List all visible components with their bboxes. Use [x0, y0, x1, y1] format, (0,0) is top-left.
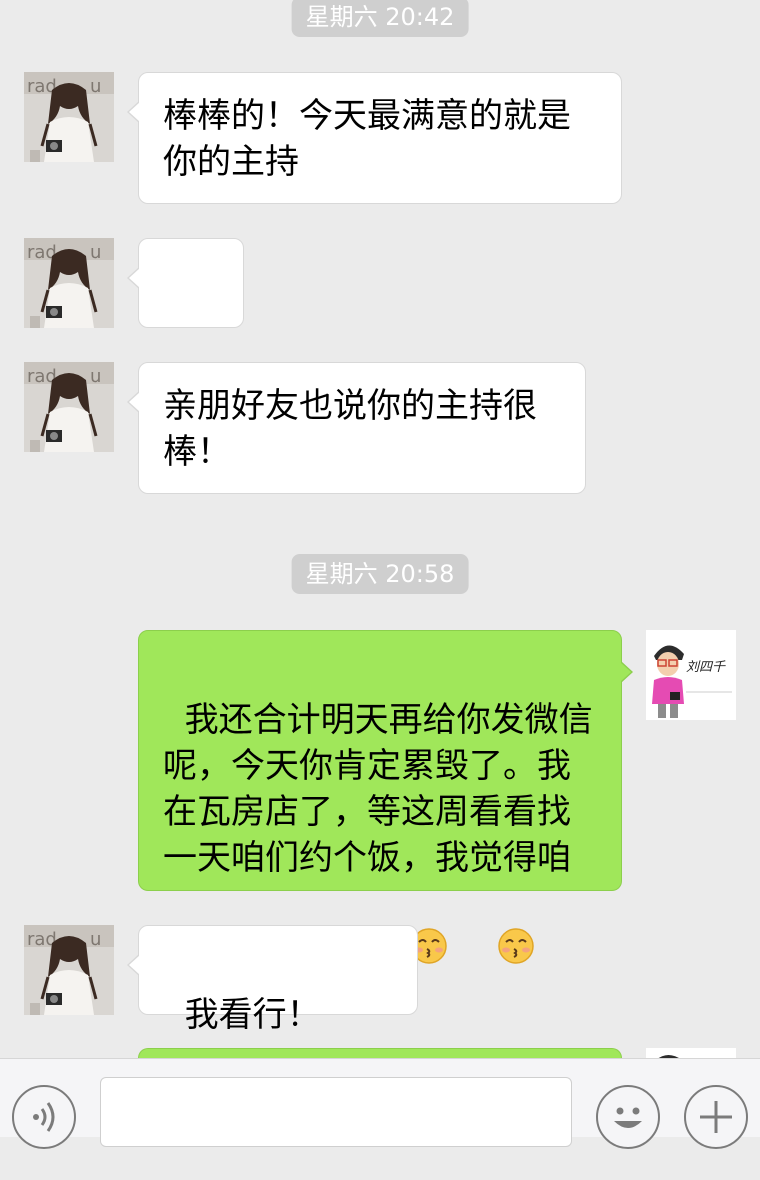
friend-avatar[interactable]	[24, 925, 114, 1015]
my-avatar[interactable]: 刘四千	[646, 630, 736, 720]
input-bar	[0, 1058, 760, 1149]
emoji-icon	[598, 1087, 658, 1151]
timestamp: 星期六 20:58	[291, 554, 469, 594]
my-avatar-caption: 刘四千	[686, 660, 726, 675]
timestamp: 星期六 20:42	[291, 0, 469, 37]
kissing-face-icon	[454, 881, 535, 1023]
message-bubble[interactable]: 棒棒的！今天最满意的就是你的主持	[127, 72, 622, 204]
friend-avatar[interactable]	[24, 238, 114, 328]
plus-icon	[686, 1087, 746, 1151]
message-bubble[interactable]: 我还合计明天再给你发微信呢，今天你肯定累毁了。我在瓦房店了，等这周看看找一天咱们…	[138, 630, 633, 971]
emoji-button[interactable]	[596, 1085, 660, 1149]
message-text: 我看行！	[184, 995, 321, 1035]
friend-avatar[interactable]	[24, 362, 114, 452]
friend-avatar[interactable]	[24, 72, 114, 162]
voice-button[interactable]	[12, 1085, 76, 1149]
message-input[interactable]	[100, 1077, 572, 1147]
message-bubble[interactable]: 亲朋好友也说你的主持很棒！	[127, 362, 586, 494]
message-bubble[interactable]: 我看行！	[127, 925, 418, 1121]
message-bubble[interactable]	[127, 238, 244, 485]
add-button[interactable]	[684, 1085, 748, 1149]
voice-icon	[14, 1087, 74, 1151]
